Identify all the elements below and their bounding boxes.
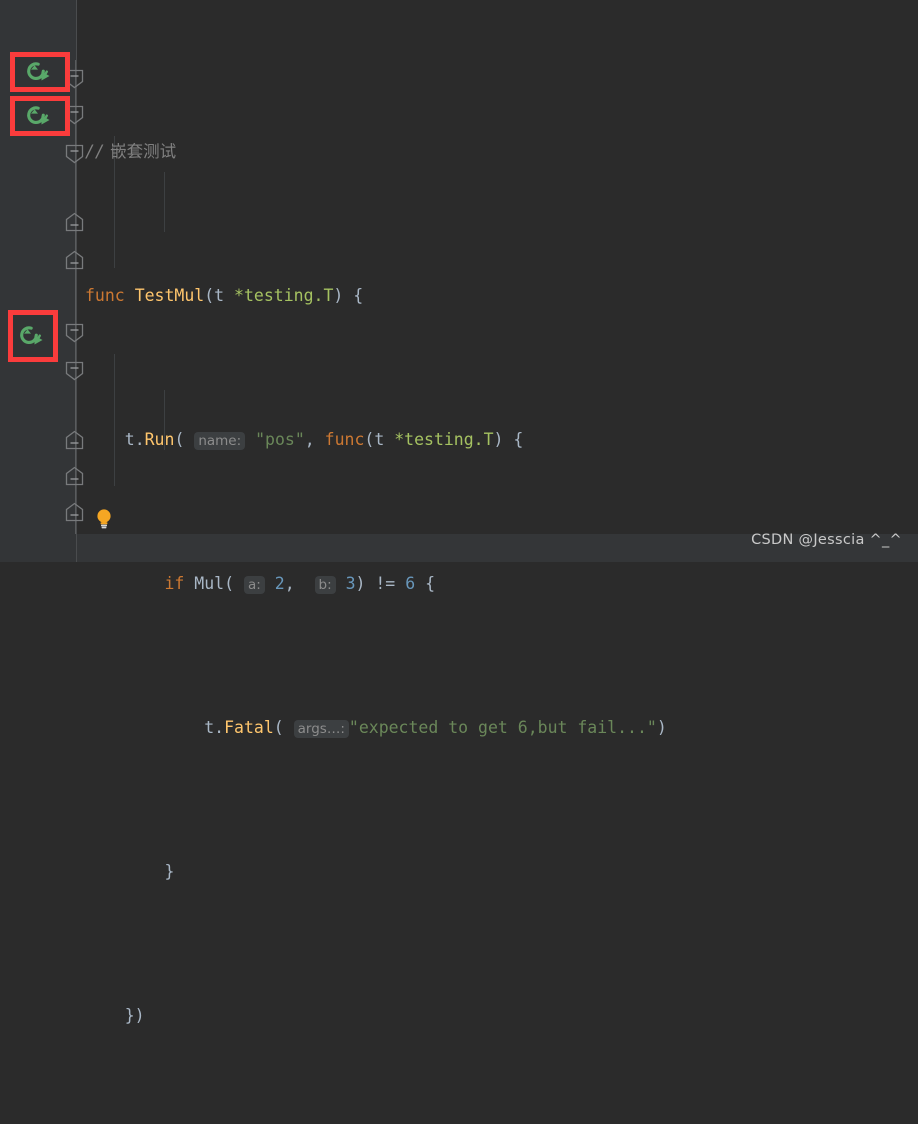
brace: } (164, 862, 175, 881)
run-with-coverage-icon[interactable] (25, 61, 55, 83)
paren: ( (364, 430, 375, 449)
run-with-coverage-icon[interactable] (18, 324, 48, 348)
param-hint-a: a: (243, 576, 265, 594)
param-hint-name: name: (194, 432, 246, 450)
comment-slashes: // (85, 142, 105, 161)
intention-bulb-icon[interactable] (95, 508, 113, 534)
code-line-4: if Mul( a: 2, b: 3) != 6 { (85, 566, 915, 602)
code-line-1: // 嵌套测试 (85, 134, 915, 170)
keyword-if: if (164, 574, 185, 593)
paren: ) (333, 286, 344, 305)
comma: , (304, 430, 315, 449)
fold-marker-end[interactable] (64, 250, 85, 271)
fold-marker-expanded[interactable] (64, 360, 85, 381)
param-hint-b: b: (314, 576, 336, 594)
brace: { (513, 430, 524, 449)
code-line-3: t.Run( name: "pos", func(t *testing.T) { (85, 422, 915, 458)
run-subtest-pos-highlight[interactable] (10, 96, 70, 136)
comment-text: 嵌套测试 (110, 142, 177, 161)
paren: ( (224, 574, 235, 593)
fold-marker-end[interactable] (64, 212, 85, 233)
paren: ) (355, 574, 366, 593)
receiver-t: t (204, 718, 215, 737)
dot: . (214, 718, 225, 737)
operator-ne: != (375, 574, 396, 593)
fold-marker-expanded[interactable] (64, 143, 85, 164)
run-subtest-neg-highlight[interactable] (8, 310, 58, 362)
run-with-coverage-icon[interactable] (25, 105, 55, 127)
dot: . (134, 430, 145, 449)
paren: ) (656, 718, 667, 737)
type-testing-t: *testing.T (234, 286, 334, 305)
number-2: 2 (274, 574, 285, 593)
paren: ) (493, 430, 504, 449)
run-test-function-highlight[interactable] (10, 52, 70, 92)
param-t: t (214, 286, 225, 305)
close-paren-brace: }) (124, 1006, 145, 1025)
fold-marker-expanded[interactable] (64, 322, 85, 343)
brace: { (425, 574, 435, 593)
ide-editor-screenshot: // 嵌套测试 func TestMul(t *testing.T) { t.R… (0, 0, 918, 1025)
code-line-2: func TestMul(t *testing.T) { (85, 278, 915, 314)
number-3: 3 (345, 574, 356, 593)
paren: ( (174, 430, 185, 449)
method-run: Run (144, 430, 175, 449)
string-fail-pos: "expected to get 6,but fail..." (348, 718, 657, 737)
fold-marker-end[interactable] (64, 502, 85, 523)
number-6: 6 (405, 574, 416, 593)
function-name-testmul: TestMul (134, 286, 205, 305)
brace: { (353, 286, 364, 305)
fold-marker-end[interactable] (64, 466, 85, 487)
code-line-6: } (85, 854, 915, 890)
fold-marker-end[interactable] (64, 430, 85, 451)
keyword-func: func (85, 286, 125, 305)
paren: ( (273, 718, 284, 737)
method-fatal: Fatal (224, 718, 274, 737)
param-hint-args: args…: (293, 720, 349, 738)
keyword-func: func (324, 430, 365, 449)
comma: , (284, 574, 295, 593)
source-code-area[interactable]: // 嵌套测试 func TestMul(t *testing.T) { t.R… (85, 26, 915, 1124)
type-testing-t: *testing.T (394, 430, 494, 449)
param-t: t (374, 430, 385, 449)
code-line-7: }) (85, 998, 915, 1034)
receiver-t: t (124, 430, 135, 449)
code-line-5: t.Fatal( args…: "expected to get 6,but fa… (85, 710, 915, 746)
watermark-text: CSDN @Jesscia ^_^ (751, 532, 902, 548)
fold-region-line (75, 60, 76, 534)
string-pos: "pos" (255, 430, 305, 449)
function-mul: Mul (194, 574, 225, 593)
paren: ( (204, 286, 215, 305)
